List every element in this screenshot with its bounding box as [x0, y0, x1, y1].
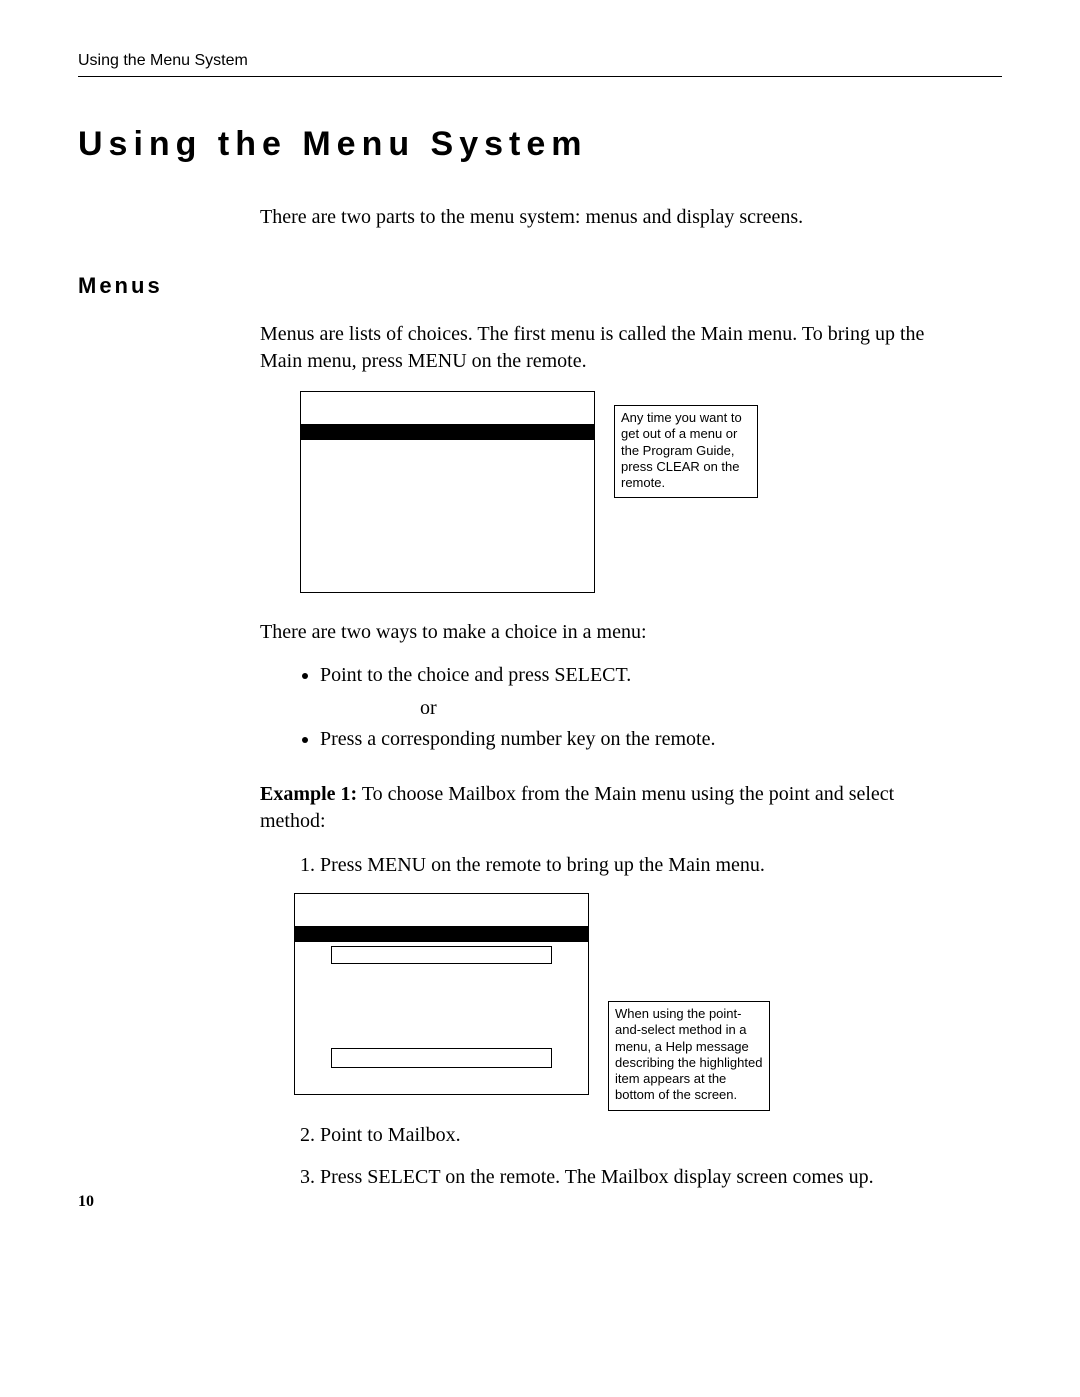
main-menu-box: MAIN MENU Program Guide Mailbox Options … — [300, 391, 595, 593]
page-title: Using the Menu System — [78, 125, 1002, 164]
choices-list: Point to the choice and press SELECT. — [260, 662, 942, 689]
intro-paragraph: There are two parts to the menu system: … — [260, 204, 942, 231]
menus-description: Menus are lists of choices. The first me… — [260, 321, 942, 375]
menu-items-ghost: Program Guide Mailbox Options Dish Point… — [301, 440, 594, 571]
example-1-label: Example 1: — [260, 783, 357, 805]
menu-help-slot — [331, 1048, 552, 1068]
main-menu-box-step1: MAIN MENU Mailbox Options Dish Pointing … — [294, 893, 589, 1095]
step-1: Press MENU on the remote to bring up the… — [320, 851, 942, 1103]
figure-main-menu-step1: MAIN MENU Mailbox Options Dish Pointing … — [294, 893, 942, 1103]
menu-title-bar: MAIN MENU — [301, 392, 594, 424]
example-1: Example 1: To choose Mailbox from the Ma… — [260, 781, 942, 835]
menu-items-ghost-step1: Mailbox Options Dish Pointing Alternate … — [295, 970, 588, 1052]
menu-highlight-bar — [301, 424, 594, 440]
menu-selection-outline — [331, 946, 552, 964]
step-1-text: Press MENU on the remote to bring up the… — [320, 854, 765, 876]
two-ways-line: There are two ways to make a choice in a… — [260, 619, 942, 646]
choices-list-2: Press a corresponding number key on the … — [260, 726, 942, 753]
example-1-steps: Press MENU on the remote to bring up the… — [260, 851, 942, 1191]
callout-clear-remote: Any time you want to get out of a menu o… — [614, 405, 758, 498]
callout-help-message: When using the point-and-select method i… — [608, 1001, 770, 1111]
step-3: Press SELECT on the remote. The Mailbox … — [320, 1163, 942, 1191]
running-head: Using the Menu System — [78, 52, 1002, 77]
menu-title-bar-step1: MAIN MENU — [295, 894, 588, 926]
choice-point-select: Point to the choice and press SELECT. — [320, 662, 942, 689]
figure-main-menu: MAIN MENU Program Guide Mailbox Options … — [300, 391, 942, 601]
choice-or-separator: or — [420, 695, 942, 722]
page-number: 10 — [78, 1193, 94, 1211]
choice-number-key: Press a corresponding number key on the … — [320, 726, 942, 753]
page-root: Using the Menu System Using the Menu Sys… — [0, 0, 1080, 1245]
menu-highlight-bar-step1 — [295, 926, 588, 942]
section-heading-menus: Menus — [78, 273, 1002, 299]
step-2: Point to Mailbox. — [320, 1121, 942, 1149]
